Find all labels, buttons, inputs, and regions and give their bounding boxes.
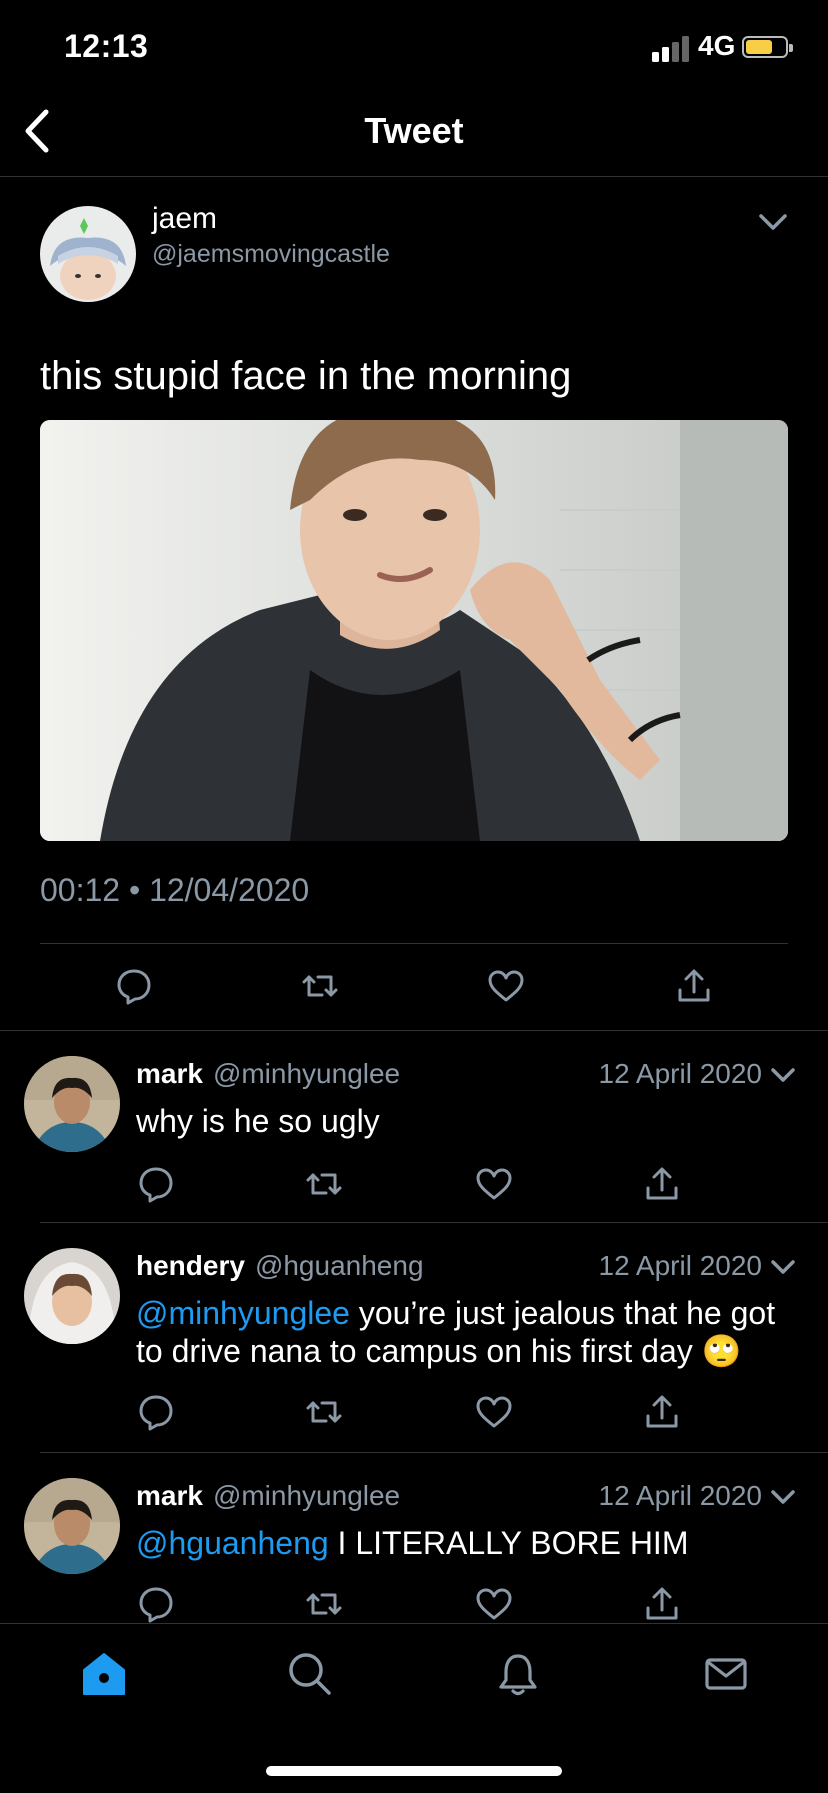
reply-author-handle[interactable]: @minhyunglee	[213, 1480, 400, 1511]
tweet-photo[interactable]	[40, 420, 788, 841]
reply-date: 12 April 2020	[598, 1250, 762, 1281]
share-icon[interactable]	[674, 966, 714, 1006]
reply-header: mark @minhyunglee	[136, 1480, 400, 1512]
reply-body: I LITERALLY BORE HIM	[328, 1525, 689, 1561]
nav-divider	[0, 176, 828, 177]
reply-avatar[interactable]	[24, 1248, 120, 1344]
like-icon[interactable]	[474, 1392, 514, 1432]
search-icon[interactable]	[286, 1650, 334, 1698]
like-icon[interactable]	[474, 1164, 514, 1204]
retweet-icon[interactable]	[300, 966, 340, 1006]
reply-avatar[interactable]	[24, 1478, 120, 1574]
chevron-down-icon[interactable]	[758, 212, 788, 232]
home-icon[interactable]	[80, 1650, 128, 1698]
reply-mention[interactable]: @minhyunglee	[136, 1295, 350, 1331]
tweet-timestamp: 00:12 • 12/04/2020	[40, 872, 310, 908]
author-handle[interactable]: @jaemsmovingcastle	[152, 240, 390, 269]
reply-icon[interactable]	[136, 1164, 176, 1204]
tweet-text: this stupid face in the morning	[40, 354, 572, 398]
reply-author-name[interactable]: mark	[136, 1058, 203, 1089]
reply-text: why is he so ugly	[136, 1102, 796, 1140]
share-icon[interactable]	[642, 1164, 682, 1204]
retweet-icon[interactable]	[304, 1584, 344, 1624]
reply-divider	[40, 1452, 828, 1453]
reply-icon[interactable]	[114, 966, 154, 1006]
reply-divider	[40, 1222, 828, 1223]
home-indicator[interactable]	[266, 1766, 562, 1776]
reply-author-name[interactable]: hendery	[136, 1250, 245, 1281]
retweet-icon[interactable]	[304, 1392, 344, 1432]
author-avatar[interactable]	[40, 206, 136, 302]
author-name[interactable]: jaem	[152, 202, 217, 236]
reply-text: @hguanheng I LITERALLY BORE HIM	[136, 1524, 796, 1562]
share-icon[interactable]	[642, 1392, 682, 1432]
signal-icon	[652, 36, 689, 62]
status-time: 12:13	[64, 28, 149, 64]
retweet-icon[interactable]	[304, 1164, 344, 1204]
page-title: Tweet	[364, 110, 464, 151]
reply-body: why is he so ugly	[136, 1103, 380, 1139]
like-icon[interactable]	[474, 1584, 514, 1624]
actions-divider	[0, 1030, 828, 1031]
chevron-down-icon[interactable]	[770, 1488, 796, 1506]
reply-author-handle[interactable]: @minhyunglee	[213, 1058, 400, 1089]
reply-header: hendery @hguanheng	[136, 1250, 424, 1282]
like-icon[interactable]	[486, 966, 526, 1006]
chevron-down-icon[interactable]	[770, 1066, 796, 1084]
reply-author-handle[interactable]: @hguanheng	[255, 1250, 424, 1281]
reply-icon[interactable]	[136, 1584, 176, 1624]
meta-divider	[40, 943, 788, 944]
reply-author-name[interactable]: mark	[136, 1480, 203, 1511]
reply-avatar[interactable]	[24, 1056, 120, 1152]
reply-mention[interactable]: @hguanheng	[136, 1525, 329, 1561]
share-icon[interactable]	[642, 1584, 682, 1624]
reply-header: mark @minhyunglee	[136, 1058, 400, 1090]
messages-icon[interactable]	[702, 1650, 750, 1698]
reply-text: @minhyunglee you’re just jealous that he…	[136, 1294, 796, 1370]
reply-date: 12 April 2020	[598, 1480, 762, 1511]
reply-icon[interactable]	[136, 1392, 176, 1432]
network-type: 4G	[698, 30, 736, 61]
chevron-down-icon[interactable]	[770, 1258, 796, 1276]
reply-date: 12 April 2020	[598, 1058, 762, 1089]
battery-icon	[742, 36, 793, 58]
notifications-icon[interactable]	[494, 1650, 542, 1698]
